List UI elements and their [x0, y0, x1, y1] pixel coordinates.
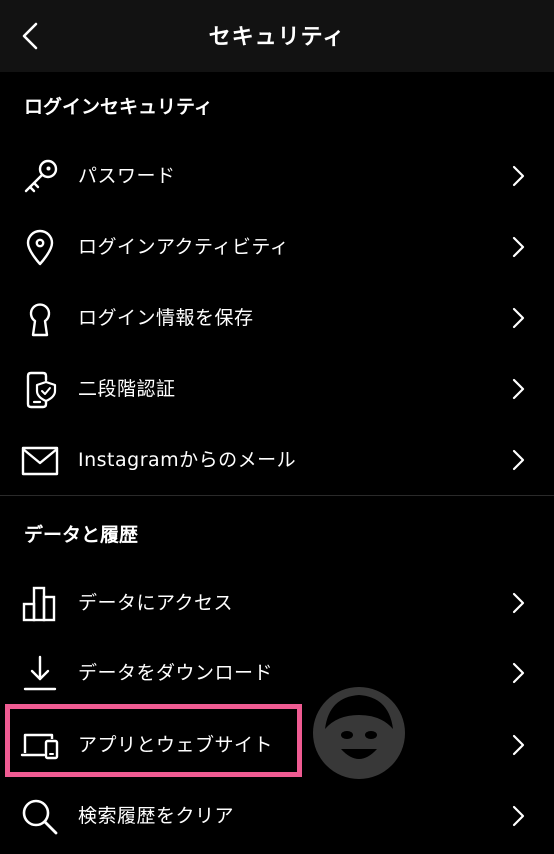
download-icon — [20, 654, 60, 694]
menu-item-save-login[interactable]: ログイン情報を保存 — [0, 283, 554, 353]
chevron-right-icon — [506, 306, 530, 330]
chevron-right-icon — [506, 804, 530, 828]
menu-item-label: パスワード — [78, 165, 176, 187]
location-pin-icon — [20, 228, 60, 268]
menu-item-password[interactable]: パスワード — [0, 141, 554, 211]
key-icon — [20, 157, 60, 197]
header-bar: セキュリティ — [0, 0, 554, 72]
menu-item-label: ログインアクティビティ — [78, 236, 290, 258]
menu-item-label: データをダウンロード — [78, 662, 274, 684]
menu-item-apps-websites[interactable]: アプリとウェブサイト — [0, 710, 554, 780]
chevron-right-icon — [506, 591, 530, 615]
bar-chart-icon — [20, 584, 60, 624]
keyhole-icon — [20, 299, 60, 339]
chevron-right-icon — [506, 448, 530, 472]
mail-icon — [20, 441, 60, 481]
chevron-right-icon — [506, 164, 530, 188]
menu-item-login-activity[interactable]: ログインアクティビティ — [0, 212, 554, 282]
menu-item-label: Instagramからのメール — [78, 449, 297, 471]
menu-item-download-data[interactable]: データをダウンロード — [0, 638, 554, 708]
menu-item-label: ログイン情報を保存 — [78, 307, 254, 329]
section-title-data-history: データと履歴 — [24, 524, 139, 546]
menu-item-label: アプリとウェブサイト — [78, 734, 274, 756]
menu-item-instagram-emails[interactable]: Instagramからのメール — [0, 425, 554, 495]
security-screen: セキュリティ ログインセキュリティ パスワード ログインアクティビティ ログイン… — [0, 0, 554, 854]
section-divider — [0, 495, 554, 496]
chevron-right-icon — [506, 377, 530, 401]
menu-item-label: 二段階認証 — [78, 378, 176, 400]
page-title: セキュリティ — [208, 25, 346, 50]
search-icon — [20, 797, 60, 837]
chevron-right-icon — [506, 733, 530, 757]
chevron-right-icon — [506, 235, 530, 259]
chevron-right-icon — [506, 661, 530, 685]
section-title-login-security: ログインセキュリティ — [24, 96, 213, 118]
menu-item-clear-search-history[interactable]: 検索履歴をクリア — [0, 781, 554, 851]
phone-shield-icon — [20, 370, 60, 410]
menu-item-access-data[interactable]: データにアクセス — [0, 568, 554, 638]
menu-item-two-factor[interactable]: 二段階認証 — [0, 354, 554, 424]
devices-icon — [20, 726, 60, 766]
menu-item-label: データにアクセス — [78, 592, 234, 614]
menu-item-label: 検索履歴をクリア — [78, 805, 235, 827]
